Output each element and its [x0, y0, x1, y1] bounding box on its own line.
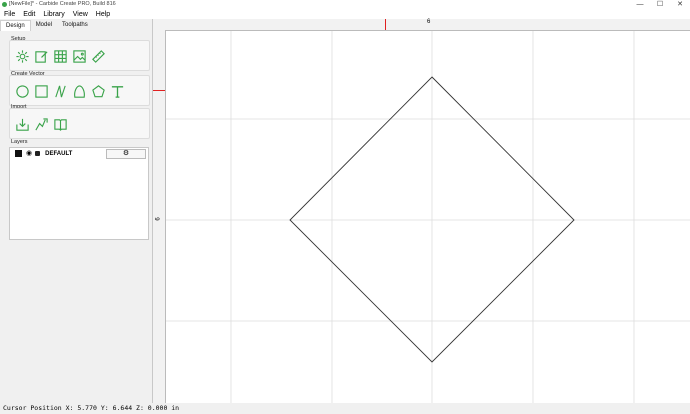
text-tool-icon[interactable] [109, 83, 125, 99]
menu-view[interactable]: View [69, 10, 92, 19]
layer-settings-gear-icon[interactable]: ⚙ [106, 149, 146, 159]
vertical-ruler-label: 6 [155, 217, 162, 221]
maximize-button[interactable]: ☐ [650, 0, 670, 10]
menu-library[interactable]: Library [39, 10, 68, 19]
menu-bar: File Edit Library View Help [0, 10, 690, 19]
layer-color-swatch[interactable] [15, 150, 22, 157]
import-file-icon[interactable] [14, 116, 30, 132]
menu-file[interactable]: File [0, 10, 19, 19]
image-icon[interactable] [71, 48, 87, 64]
layer-name: DEFAULT [45, 150, 73, 157]
vertical-cursor-marker [153, 90, 165, 91]
create-vector-group [9, 75, 150, 106]
design-canvas[interactable] [166, 31, 690, 403]
status-bar: Cursor Position X: 5.770 Y: 6.644 Z: 0.0… [0, 403, 690, 414]
tab-model[interactable]: Model [31, 20, 57, 31]
setup-group [9, 40, 150, 71]
minimize-button[interactable]: — [630, 0, 650, 10]
horizontal-ruler-label: 6 [427, 19, 431, 25]
tab-design[interactable]: Design [0, 20, 31, 31]
ruler-corner [153, 19, 165, 30]
vertical-ruler: 6 [153, 30, 166, 403]
layer-row[interactable]: ◉ DEFAULT ⚙ [10, 148, 148, 159]
freehand-shape-icon[interactable] [71, 83, 87, 99]
title-bar: [NewFile]* - Carbide Create PRO, Build 8… [0, 0, 690, 10]
layers-list: ◉ DEFAULT ⚙ [9, 147, 149, 240]
horizontal-ruler: 6 [165, 19, 690, 31]
horizontal-cursor-marker [385, 19, 386, 30]
menu-edit[interactable]: Edit [19, 10, 39, 19]
import-vector-icon[interactable] [33, 116, 49, 132]
import-group [9, 108, 150, 139]
app-icon [2, 2, 7, 7]
window-title: [NewFile]* - Carbide Create PRO, Build 8… [9, 1, 116, 7]
grid-icon[interactable] [52, 48, 68, 64]
job-setup-gear-icon[interactable] [14, 48, 30, 64]
polygon-tool-icon[interactable] [90, 83, 106, 99]
cursor-position-text: Cursor Position X: 5.770 Y: 6.644 Z: 0.0… [3, 404, 180, 412]
measure-ruler-icon[interactable] [90, 48, 106, 64]
close-button[interactable]: ✕ [670, 0, 690, 10]
canvas-grid [166, 31, 690, 403]
mode-tabs: Design Model Toolpaths [0, 20, 153, 31]
menu-help[interactable]: Help [92, 10, 114, 19]
visibility-eye-icon[interactable]: ◉ [26, 150, 32, 157]
canvas-svg [166, 31, 690, 403]
layers-title: Layers [11, 139, 28, 145]
curve-tool-icon[interactable] [52, 83, 68, 99]
design-panel: Setup Create Vector Import Layers ◉ DEFA… [3, 31, 150, 403]
library-book-icon[interactable] [52, 116, 68, 132]
window-controls: — ☐ ✕ [630, 0, 690, 10]
circle-tool-icon[interactable] [14, 83, 30, 99]
tab-toolpaths[interactable]: Toolpaths [57, 20, 93, 31]
lock-icon[interactable] [35, 151, 41, 156]
rectangle-tool-icon[interactable] [33, 83, 49, 99]
edit-note-icon[interactable] [33, 48, 49, 64]
